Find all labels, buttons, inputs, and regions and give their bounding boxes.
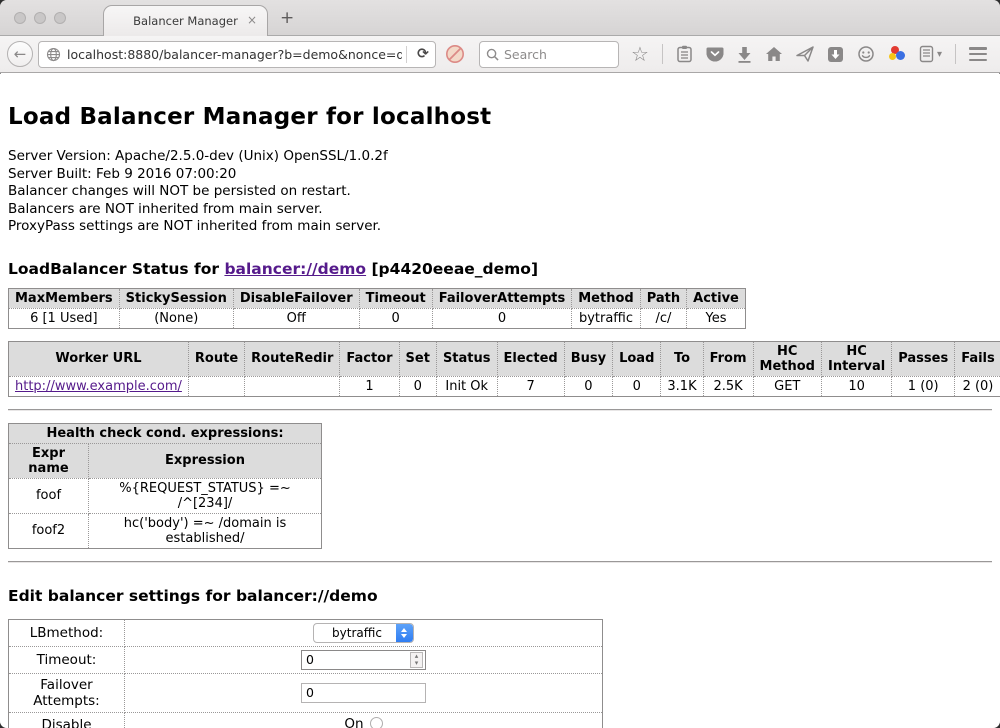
clipboard-icon[interactable] (676, 45, 693, 63)
proxypass-note-line: ProxyPass settings are NOT inherited fro… (8, 218, 992, 236)
edit-balancer-heading: Edit balancer settings for balancer://de… (8, 587, 992, 605)
lbmethod-select[interactable]: bytraffic (313, 623, 414, 643)
page-title: Load Balancer Manager for localhost (8, 104, 992, 130)
colored-dots-extension-icon[interactable] (888, 45, 906, 63)
edit-balancer-form: LBmethod: bytraffic Timeout: 0 ▴▾ (8, 619, 603, 728)
failover-attempts-input[interactable]: 0 (301, 683, 426, 703)
timeout-label: Timeout: (9, 646, 125, 673)
divider (8, 409, 992, 411)
lbmethod-label: LBmethod: (9, 619, 125, 646)
balancer-summary-table: MaxMembers StickySession DisableFailover… (8, 288, 746, 329)
reload-icon[interactable]: ⟳ (411, 46, 435, 62)
balancer-demo-link[interactable]: balancer://demo (224, 260, 366, 278)
window-close-button[interactable] (14, 12, 26, 24)
worker-url-link[interactable]: http://www.example.com/ (15, 379, 182, 394)
back-button[interactable]: ← (7, 41, 33, 67)
toolbar-icons: ☆ (631, 44, 1000, 64)
url-text[interactable]: localhost:8880/balancer-manager?b=demo&n… (67, 47, 402, 62)
search-placeholder: Search (504, 47, 547, 62)
feedback-smiley-icon[interactable] (857, 46, 875, 63)
chevron-down-icon[interactable]: ▾ (937, 49, 942, 60)
table-row: http://www.example.com/ 1 0 Init Ok 7 0 … (9, 376, 1000, 396)
page-content: Load Balancer Manager for localhost Serv… (0, 74, 1000, 728)
divider (8, 561, 992, 563)
notes-extension-icon[interactable]: ▾ (919, 45, 942, 63)
loadbalancer-status-heading: LoadBalancer Status for balancer://demo … (8, 260, 992, 278)
worker-table: Worker URL Route RouteRedir Factor Set S… (8, 341, 1000, 397)
persist-note-line: Balancer changes will NOT be persisted o… (8, 183, 992, 201)
table-row: foof2 hc('body') =~ /domain is establish… (9, 513, 322, 548)
pocket-icon[interactable] (706, 46, 724, 63)
url-bar[interactable]: localhost:8880/balancer-manager?b=demo&n… (38, 41, 436, 68)
health-table-title: Health check cond. expressions: (9, 423, 322, 443)
disable-failover-on-option: On (130, 716, 597, 728)
window-minimize-button[interactable] (34, 12, 46, 24)
adblock-disabled-icon[interactable] (445, 44, 465, 64)
tab-balancer-manager[interactable]: Balancer Manager × (103, 5, 268, 36)
table-row: 6 [1 Used] (None) Off 0 0 bytraffic /c/ … (9, 308, 746, 328)
home-icon[interactable] (765, 46, 783, 62)
send-plane-icon[interactable] (796, 46, 814, 62)
inherit-note-line: Balancers are NOT inherited from main se… (8, 201, 992, 219)
bookmark-star-icon[interactable]: ☆ (631, 44, 649, 64)
tab-title: Balancer Manager (133, 14, 238, 28)
save-to-device-icon[interactable] (827, 46, 844, 63)
radio-on-unchecked[interactable] (370, 717, 383, 728)
number-spinner-icon[interactable]: ▴▾ (410, 652, 423, 668)
downloads-icon[interactable] (737, 46, 752, 63)
select-stepper-icon (396, 624, 413, 642)
table-row: foof %{REQUEST_STATUS} =~ /^[234]/ (9, 478, 322, 513)
failover-attempts-label: Failover Attempts: (9, 673, 125, 712)
search-icon (486, 48, 499, 61)
health-check-table: Health check cond. expressions: Expr nam… (8, 423, 322, 549)
timeout-input[interactable]: 0 ▴▾ (301, 650, 426, 670)
menu-hamburger-icon[interactable] (969, 47, 987, 61)
browser-window: Balancer Manager × + ← localhost:8880/ba… (0, 0, 1000, 728)
server-built-line: Server Built: Feb 9 2016 07:00:20 (8, 166, 992, 184)
server-version-line: Server Version: Apache/2.5.0-dev (Unix) … (8, 148, 992, 166)
server-info: Server Version: Apache/2.5.0-dev (Unix) … (8, 148, 992, 236)
new-tab-button[interactable]: + (280, 8, 294, 28)
search-bar[interactable]: Search (479, 41, 619, 68)
navigation-toolbar: ← localhost:8880/balancer-manager?b=demo… (0, 36, 1000, 73)
tab-close-icon[interactable]: × (247, 14, 257, 26)
globe-icon (46, 47, 61, 62)
tab-bar: Balancer Manager × + (0, 0, 1000, 36)
disable-failover-label: Disable Failover: (9, 712, 125, 728)
window-zoom-button[interactable] (54, 12, 66, 24)
